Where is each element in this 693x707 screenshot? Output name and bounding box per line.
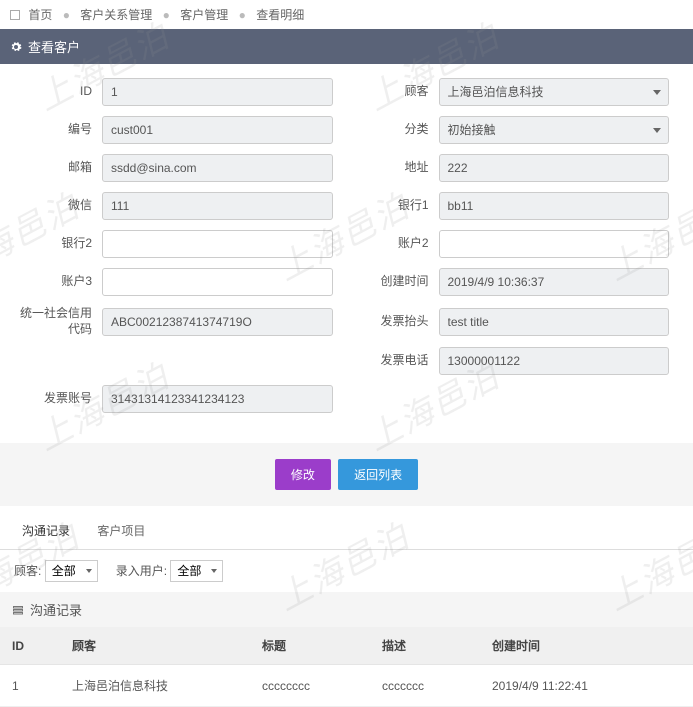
crumb-sep: ● [239, 8, 246, 22]
label-email: 邮箱 [10, 160, 102, 176]
label-category: 分类 [347, 122, 439, 138]
section-header: 沟通记录 [0, 592, 693, 627]
acct2-field[interactable] [439, 230, 670, 258]
crumb-customer[interactable]: 客户管理 [180, 8, 228, 22]
tab-projects[interactable]: 客户项目 [85, 514, 157, 549]
bank1-field[interactable] [439, 192, 670, 220]
filter-advisor-select[interactable]: 全部 [45, 560, 98, 582]
bank2-field[interactable] [102, 230, 333, 258]
action-bar: 修改 返回列表 [0, 443, 693, 506]
filter-user-label: 录入用户: [116, 564, 167, 578]
label-invtel: 发票电话 [347, 353, 439, 369]
th-created[interactable]: 创建时间 [480, 627, 693, 665]
tab-bar: 沟通记录 客户项目 [0, 514, 693, 550]
panel-title: 查看客户 [28, 37, 80, 56]
acct3-field[interactable] [102, 268, 333, 296]
category-select[interactable]: 初始接触 [439, 116, 670, 144]
address-field[interactable] [439, 154, 670, 182]
crumb-crm[interactable]: 客户关系管理 [80, 8, 152, 22]
th-desc[interactable]: 描述 [370, 627, 480, 665]
table-row[interactable]: 1 上海邑泊信息科技 cccccccc ccccccc 2019/4/9 11:… [0, 665, 693, 707]
cell-title: cccccccc [250, 665, 370, 707]
label-address: 地址 [347, 160, 439, 176]
cell-id: 1 [0, 665, 60, 707]
label-advisor: 顾客 [347, 84, 439, 100]
th-id[interactable]: ID [0, 627, 60, 665]
crumb-sep: ● [63, 8, 70, 22]
cell-advisor: 上海邑泊信息科技 [60, 665, 250, 707]
invtel-field[interactable] [439, 347, 670, 375]
label-code: 编号 [10, 122, 102, 138]
filter-user-select[interactable]: 全部 [170, 560, 223, 582]
label-acct2: 账户2 [347, 236, 439, 252]
label-id: ID [10, 84, 102, 100]
gear-icon [10, 41, 22, 53]
cell-desc: ccccccc [370, 665, 480, 707]
crumb-sep: ● [163, 8, 170, 22]
id-field[interactable] [102, 78, 333, 106]
edit-button[interactable]: 修改 [275, 459, 331, 490]
label-acct3: 账户3 [10, 274, 102, 290]
label-bank1: 银行1 [347, 198, 439, 214]
detail-form: ID 顾客上海邑泊信息科技 编号 分类初始接触 邮箱 地址 微信 银行1 银行2… [0, 64, 693, 433]
uscc-field[interactable] [102, 308, 333, 336]
filter-advisor-label: 顾客: [14, 564, 41, 578]
th-title[interactable]: 标题 [250, 627, 370, 665]
tab-records[interactable]: 沟通记录 [10, 514, 82, 549]
breadcrumb: 首页 ● 客户关系管理 ● 客户管理 ● 查看明细 [0, 0, 693, 29]
home-icon [10, 10, 20, 20]
records-table: ID 顾客 标题 描述 创建时间 1 上海邑泊信息科技 cccccccc ccc… [0, 627, 693, 707]
email-field[interactable] [102, 154, 333, 182]
label-invacct: 发票账号 [10, 391, 102, 407]
cell-created: 2019/4/9 11:22:41 [480, 665, 693, 707]
panel-header: 查看客户 [0, 29, 693, 64]
wechat-field[interactable] [102, 192, 333, 220]
invtitle-field[interactable] [439, 308, 670, 336]
label-created: 创建时间 [347, 274, 439, 290]
advisor-select[interactable]: 上海邑泊信息科技 [439, 78, 670, 106]
th-advisor[interactable]: 顾客 [60, 627, 250, 665]
section-title: 沟通记录 [30, 600, 82, 619]
label-invtitle: 发票抬头 [347, 314, 439, 330]
list-icon [12, 604, 24, 616]
filter-bar: 顾客: 全部 录入用户: 全部 [0, 550, 693, 592]
crumb-home[interactable]: 首页 [28, 8, 52, 22]
created-field[interactable] [439, 268, 670, 296]
table-header-row: ID 顾客 标题 描述 创建时间 [0, 627, 693, 665]
invacct-field[interactable] [102, 385, 333, 413]
label-uscc: 统一社会信用代码 [10, 306, 102, 337]
label-bank2: 银行2 [10, 236, 102, 252]
back-button[interactable]: 返回列表 [338, 459, 418, 490]
code-field[interactable] [102, 116, 333, 144]
label-wechat: 微信 [10, 198, 102, 214]
crumb-detail[interactable]: 查看明细 [256, 8, 304, 22]
